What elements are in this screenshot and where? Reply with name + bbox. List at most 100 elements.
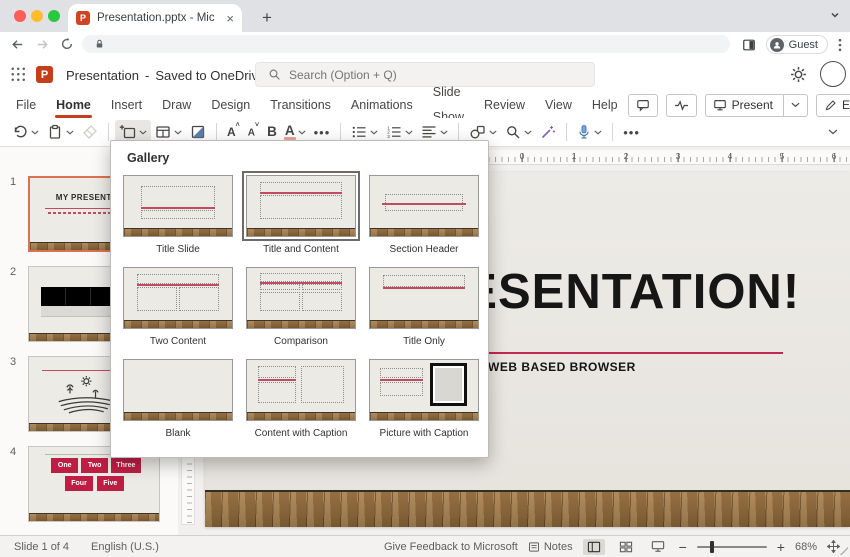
- tab-insert[interactable]: Insert: [101, 93, 152, 118]
- zoom-in-button[interactable]: +: [777, 540, 785, 554]
- find-chevron-icon[interactable]: [524, 130, 532, 135]
- slideshow-view-button[interactable]: [647, 538, 669, 555]
- tab-list-chevron-icon[interactable]: [828, 8, 842, 22]
- magnifier-icon: [505, 124, 521, 140]
- present-button[interactable]: Present: [705, 94, 808, 117]
- browser-tab[interactable]: P Presentation.pptx - Microsoft ×: [68, 4, 242, 32]
- tab-review[interactable]: Review: [474, 93, 535, 118]
- normal-view-button[interactable]: [583, 539, 605, 555]
- align-text-icon: [421, 124, 437, 140]
- zoom-slider[interactable]: [697, 546, 767, 548]
- dictate-button[interactable]: [573, 120, 606, 144]
- present-label: Present: [732, 98, 773, 112]
- gallery-item-blank[interactable]: Blank: [119, 359, 237, 439]
- paste-button[interactable]: [43, 120, 78, 144]
- slide-subtitle-text[interactable]: WEB BASED BROWSER: [488, 360, 636, 374]
- activity-pulse-icon: [674, 99, 689, 112]
- new-tab-button[interactable]: +: [262, 8, 272, 28]
- gallery-item-two-content[interactable]: Two Content: [119, 267, 237, 347]
- ruler-mark: 1: [572, 151, 577, 161]
- ellipsis-icon: •••: [623, 125, 640, 140]
- gallery-item-section-header[interactable]: Section Header: [365, 175, 483, 255]
- close-tab-icon[interactable]: ×: [226, 12, 234, 25]
- new-slide-chevron-icon[interactable]: [139, 130, 147, 135]
- editing-mode-button[interactable]: Editing: [816, 94, 850, 117]
- zoom-level[interactable]: 68%: [795, 541, 817, 553]
- tab-file[interactable]: File: [6, 93, 46, 118]
- shapes-icon: [469, 124, 486, 140]
- gallery-item-picture-with-caption[interactable]: Picture with Caption: [365, 359, 483, 439]
- slide-2-number: 2: [10, 266, 16, 278]
- account-avatar[interactable]: [820, 61, 846, 87]
- minimize-window-icon[interactable]: [31, 10, 43, 22]
- ribbon-options-chevron[interactable]: [824, 125, 842, 139]
- format-painter-icon: [82, 124, 98, 140]
- bullets-chevron-icon[interactable]: [370, 130, 378, 135]
- url-field[interactable]: [82, 35, 730, 53]
- undo-chevron-icon[interactable]: [31, 130, 39, 135]
- paste-chevron-icon[interactable]: [66, 130, 74, 135]
- find-button[interactable]: [501, 120, 536, 144]
- reload-icon[interactable]: [60, 37, 74, 51]
- app-launcher-icon[interactable]: [11, 67, 26, 82]
- comment-icon: [636, 98, 650, 112]
- settings-gear-icon[interactable]: [790, 66, 807, 83]
- comments-button[interactable]: [628, 94, 658, 117]
- ruler-mark: 6: [832, 151, 837, 161]
- wood-floor-strip: [29, 513, 159, 521]
- fit-to-window-icon[interactable]: [827, 540, 840, 553]
- saved-status[interactable]: Saved to OneDrive: [155, 68, 265, 83]
- slide-sorter-view-button[interactable]: [615, 539, 637, 555]
- tab-help[interactable]: Help: [582, 93, 628, 118]
- dictate-chevron-icon[interactable]: [594, 130, 602, 135]
- slide-4-tag: Four: [65, 476, 92, 491]
- zoom-slider-thumb[interactable]: [710, 541, 714, 553]
- shapes-chevron-icon[interactable]: [489, 130, 497, 135]
- layout-chevron-icon[interactable]: [174, 130, 182, 135]
- tab-animations[interactable]: Animations: [341, 93, 423, 118]
- layout-icon: [155, 124, 171, 140]
- tab-transitions[interactable]: Transitions: [260, 93, 341, 118]
- gallery-item-content-with-caption[interactable]: Content with Caption: [242, 359, 360, 439]
- gallery-item-comparison[interactable]: Comparison: [242, 267, 360, 347]
- more-commands-button[interactable]: •••: [619, 121, 644, 144]
- present-screen-icon: [713, 98, 727, 112]
- gallery-item-title-only[interactable]: Title Only: [365, 267, 483, 347]
- lock-icon: [94, 38, 105, 50]
- slide-sorter-icon: [619, 541, 633, 553]
- zoom-window-icon[interactable]: [48, 10, 60, 22]
- browser-profile-button[interactable]: Guest: [766, 35, 828, 54]
- align-chevron-icon[interactable]: [440, 130, 448, 135]
- gallery-item-title-slide[interactable]: Title Slide: [119, 175, 237, 255]
- gallery-item-title-and-content[interactable]: Title and Content: [242, 175, 360, 255]
- pencil-icon: [824, 99, 837, 112]
- tab-home[interactable]: Home: [46, 93, 101, 118]
- design-ideas-button[interactable]: [536, 120, 560, 144]
- document-name[interactable]: Presentation: [66, 68, 139, 83]
- present-chevron-icon[interactable]: [791, 102, 800, 108]
- undo-button[interactable]: [8, 120, 43, 144]
- tab-draw[interactable]: Draw: [152, 93, 201, 118]
- activity-button[interactable]: [666, 94, 697, 117]
- browser-menu-icon[interactable]: [838, 38, 842, 52]
- slide-3-number: 3: [10, 356, 16, 368]
- slide-4-tag: One: [51, 458, 78, 473]
- resize-handle[interactable]: [840, 547, 848, 555]
- feedback-link[interactable]: Give Feedback to Microsoft: [384, 541, 518, 553]
- close-window-icon[interactable]: [14, 10, 26, 22]
- toolbar-divider: [612, 123, 613, 141]
- tab-view[interactable]: View: [535, 93, 582, 118]
- side-panel-icon[interactable]: [742, 38, 756, 52]
- toolbar-divider: [340, 123, 341, 141]
- numbering-chevron-icon[interactable]: [405, 130, 413, 135]
- slideshow-icon: [651, 540, 665, 553]
- zoom-out-button[interactable]: −: [679, 540, 687, 554]
- forward-icon[interactable]: [35, 37, 50, 52]
- language-selector[interactable]: English (U.S.): [91, 541, 159, 553]
- tab-design[interactable]: Design: [201, 93, 260, 118]
- designer-icon: [190, 124, 206, 140]
- format-painter-button[interactable]: [78, 120, 102, 144]
- notes-toggle[interactable]: Notes: [528, 541, 573, 553]
- font-color-chevron-icon[interactable]: [298, 130, 306, 135]
- back-icon[interactable]: [10, 37, 25, 52]
